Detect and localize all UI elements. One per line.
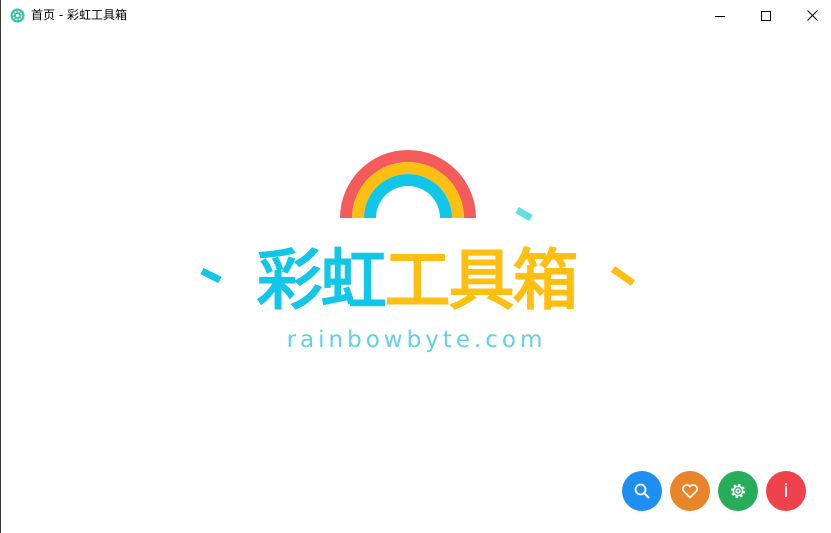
rainbow-logo: 彩虹工具箱 rainbowbyte.com [1,31,831,513]
logo-title-rainbow: 彩虹 [256,242,387,319]
logo-title: 彩虹工具箱 [1,241,831,321]
search-button[interactable] [622,471,662,511]
minimize-button[interactable] [697,0,743,31]
home-content: 彩虹工具箱 rainbowbyte.com i [1,31,831,513]
logo-title-toolbox: 工具箱 [384,242,579,319]
minimize-icon [715,15,725,17]
app-gear-icon [10,8,25,23]
settings-button[interactable] [718,471,758,511]
close-icon [806,10,818,21]
close-button[interactable] [789,0,831,31]
title-bar[interactable]: 首页 - 彩虹工具箱 [1,0,831,31]
logo-url: rainbowbyte.com [286,327,547,353]
info-icon: i [783,480,789,502]
maximize-icon [761,10,771,21]
about-button[interactable]: i [766,471,806,511]
favorites-button[interactable] [670,471,710,511]
window-bottom-edge [1,513,831,533]
window-title: 首页 - 彩虹工具箱 [31,8,127,22]
app-window: 首页 - 彩虹工具箱 彩虹工具箱 rainbowbyte.com i [0,0,831,533]
maximize-button[interactable] [743,0,789,31]
search-icon [634,483,650,499]
accent-dash-teal [515,206,533,222]
gear-icon [730,483,746,499]
heart-icon [682,484,698,499]
